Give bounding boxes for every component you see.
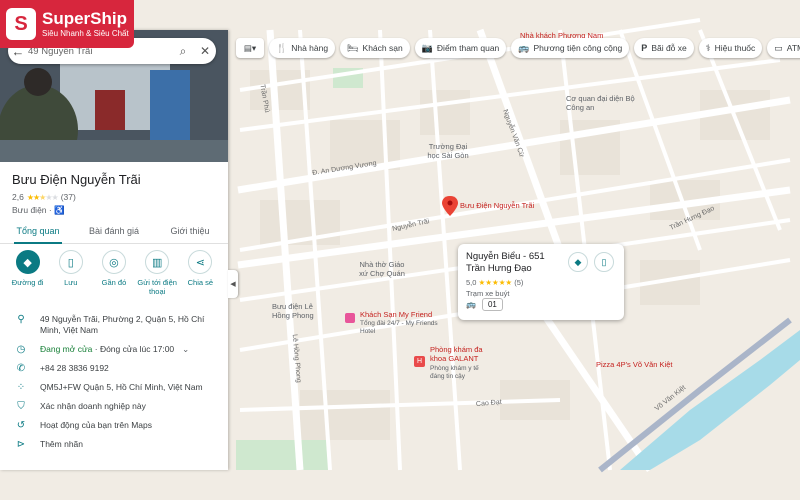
share-icon: ⋖ xyxy=(188,250,213,274)
review-count[interactable]: (37) xyxy=(61,192,76,202)
chip-attractions[interactable]: 📷 Điểm tham quan xyxy=(414,38,507,58)
poi-label[interactable]: Trường Đại học Sài Gòn xyxy=(424,142,472,160)
place-title: Bưu Điện Nguyễn Trãi xyxy=(12,172,141,187)
poi-sublabel: Tổng đài 24/7 - My Friends Hotel xyxy=(360,320,438,335)
chevron-down-icon[interactable]: ⌄ xyxy=(182,344,189,355)
bus-stop-card[interactable]: Nguyễn Biểu - 651 Trần Hưng Đạo 5,0 ★★★★… xyxy=(458,244,624,320)
atm-icon: ▭ xyxy=(774,42,783,53)
place-category: Bưu điện · ♿ xyxy=(12,205,65,215)
fork-knife-icon: 🍴 xyxy=(276,42,288,53)
place-panel: ← 49 Nguyễn Trãi ⌕ ✕ Bưu Điện Nguyễn Trã… xyxy=(0,30,228,470)
wheelchair-icon: ♿ xyxy=(54,205,65,215)
poi-label[interactable]: Phòng khám đa khoa GALANT xyxy=(430,345,500,363)
chip-atm[interactable]: ▭ATM xyxy=(767,38,800,58)
address-row[interactable]: ⚲ 49 Nguyễn Trãi, Phường 2, Quận 5, Hồ C… xyxy=(0,310,228,340)
poi-label[interactable]: Khách Sạn My Friend xyxy=(360,310,432,319)
card-rating: 5,0 ★★★★★ (5) xyxy=(466,278,524,287)
bookmark-icon: ▯ xyxy=(601,256,607,267)
tab-about[interactable]: Giới thiệu xyxy=(152,222,228,243)
logo-tagline: Siêu Nhanh & Siêu Chất xyxy=(42,28,129,38)
tab-reviews[interactable]: Bài đánh giá xyxy=(76,222,152,243)
chip-pharmacy[interactable]: ⚕ Hiệu thuốc xyxy=(698,38,763,58)
card-directions-button[interactable]: ◆ xyxy=(568,252,588,272)
poi-sublabel: Phòng khám y tế đáng tin cậy xyxy=(430,365,479,380)
share-button[interactable]: ⋖ Chia sẻ xyxy=(180,250,220,296)
parking-icon: P xyxy=(641,43,648,53)
camera-icon: 📷 xyxy=(421,42,433,53)
rating-value: 2,6 xyxy=(12,192,24,202)
poi-label[interactable]: Pizza 4P's Võ Văn Kiệt xyxy=(596,360,672,369)
label-icon: ⊳ xyxy=(16,439,26,450)
send-to-phone-icon: ▥ xyxy=(145,250,170,274)
chip-restaurants[interactable]: 🍴 Nhà hàng xyxy=(269,38,336,58)
bookmark-icon: ▯ xyxy=(58,250,83,274)
hours-detail: Đóng cửa lúc 17:00 xyxy=(99,344,175,354)
layers-button[interactable]: ▤▾ xyxy=(236,38,264,58)
nearby-button[interactable]: ◎ Gần đó xyxy=(94,250,134,296)
hospital-icon[interactable]: H xyxy=(414,356,425,367)
bus-icon: 🚌 xyxy=(518,42,530,53)
bed-icon: 🛏 xyxy=(347,42,359,53)
save-button[interactable]: ▯ Lưu xyxy=(51,250,91,296)
hours-status: Đang mở cửa xyxy=(40,344,93,354)
card-route: 🚌 01 xyxy=(466,298,503,311)
directions-icon: ◆ xyxy=(15,250,40,274)
search-icon[interactable]: ⌕ xyxy=(172,44,194,59)
add-label-row[interactable]: ⊳ Thêm nhãn xyxy=(0,435,228,454)
location-pin-icon: ⚲ xyxy=(17,314,25,325)
logo-name: SuperShip xyxy=(42,8,128,28)
directions-icon: ◆ xyxy=(574,256,582,267)
close-icon[interactable]: ✕ xyxy=(194,44,216,58)
shield-check-icon: ⛉ xyxy=(17,401,25,412)
collapse-panel-button[interactable]: ◀ xyxy=(228,270,238,298)
chip-hotels[interactable]: 🛏 Khách sạn xyxy=(340,38,410,58)
action-buttons: ◆ Đường đi ▯ Lưu ◎ Gần đó ▥ Gửi tới điện… xyxy=(0,250,228,296)
chip-parking[interactable]: P Bãi đỗ xe xyxy=(634,38,694,58)
clock-icon: ◷ xyxy=(16,344,26,355)
rating-row[interactable]: 2,6 ★★★★★ (37) xyxy=(12,192,76,202)
tab-overview[interactable]: Tổng quan xyxy=(0,222,76,244)
poi-label[interactable]: Nhà thờ Giáo xứ Chợ Quán xyxy=(356,260,408,278)
chevron-left-icon: ◀ xyxy=(230,281,236,288)
place-photo[interactable]: ← 49 Nguyễn Trãi ⌕ ✕ xyxy=(0,30,228,162)
nearby-icon: ◎ xyxy=(101,250,126,274)
supership-logo: S SuperShip Siêu Nhanh & Siêu Chất xyxy=(0,0,134,48)
activity-row[interactable]: ↺ Hoạt động của bạn trên Maps xyxy=(0,416,228,435)
route-badge[interactable]: 01 xyxy=(481,298,503,311)
card-category: Trạm xe buýt xyxy=(466,289,510,298)
place-tabs: Tổng quan Bài đánh giá Giới thiệu xyxy=(0,222,228,244)
filter-chips: ▤▾ 🍴 Nhà hàng 🛏 Khách sạn 📷 Điểm tham quan … xyxy=(236,38,800,58)
send-to-phone-button[interactable]: ▥ Gửi tới điện thoại xyxy=(137,250,177,296)
hours-row[interactable]: ◷ Đang mở cửa · Đóng cửa lúc 17:00 ⌄ xyxy=(0,340,228,359)
place-info: ⚲ 49 Nguyễn Trãi, Phường 2, Quận 5, Hồ C… xyxy=(0,310,228,454)
poi-label[interactable]: Bưu điện Lê Hồng Phong xyxy=(272,302,328,320)
bus-icon: 🚌 xyxy=(466,300,476,309)
card-title: Nguyễn Biểu - 651 Trần Hưng Đạo xyxy=(466,251,545,274)
hotel-icon[interactable] xyxy=(345,313,355,323)
phone-icon: ✆ xyxy=(16,363,26,374)
claim-business-row[interactable]: ⛉ Xác nhận doanh nghiệp này xyxy=(0,397,228,416)
pharmacy-icon: ⚕ xyxy=(705,42,711,53)
directions-button[interactable]: ◆ Đường đi xyxy=(8,250,48,296)
rating-stars: ★★★★★ xyxy=(26,192,59,202)
history-icon: ↺ xyxy=(16,420,26,431)
layers-icon: ▤▾ xyxy=(243,42,257,53)
phone-row[interactable]: ✆ +84 28 3836 9192 xyxy=(0,359,228,378)
plus-code-row[interactable]: ⁘ QM5J+FW Quận 5, Hồ Chí Minh, Việt Nam xyxy=(0,378,228,397)
supership-logo-mark: S xyxy=(6,8,36,40)
marker-label[interactable]: Bưu Điện Nguyễn Trãi xyxy=(460,201,534,210)
chip-transit[interactable]: 🚌 Phương tiện công cộng xyxy=(511,38,630,58)
poi-label[interactable]: Cơ quan đại diện Bộ Công an xyxy=(566,94,636,112)
plus-code-icon: ⁘ xyxy=(16,382,26,393)
card-rating-stars: ★★★★★ xyxy=(478,278,513,287)
card-save-button[interactable]: ▯ xyxy=(594,252,614,272)
